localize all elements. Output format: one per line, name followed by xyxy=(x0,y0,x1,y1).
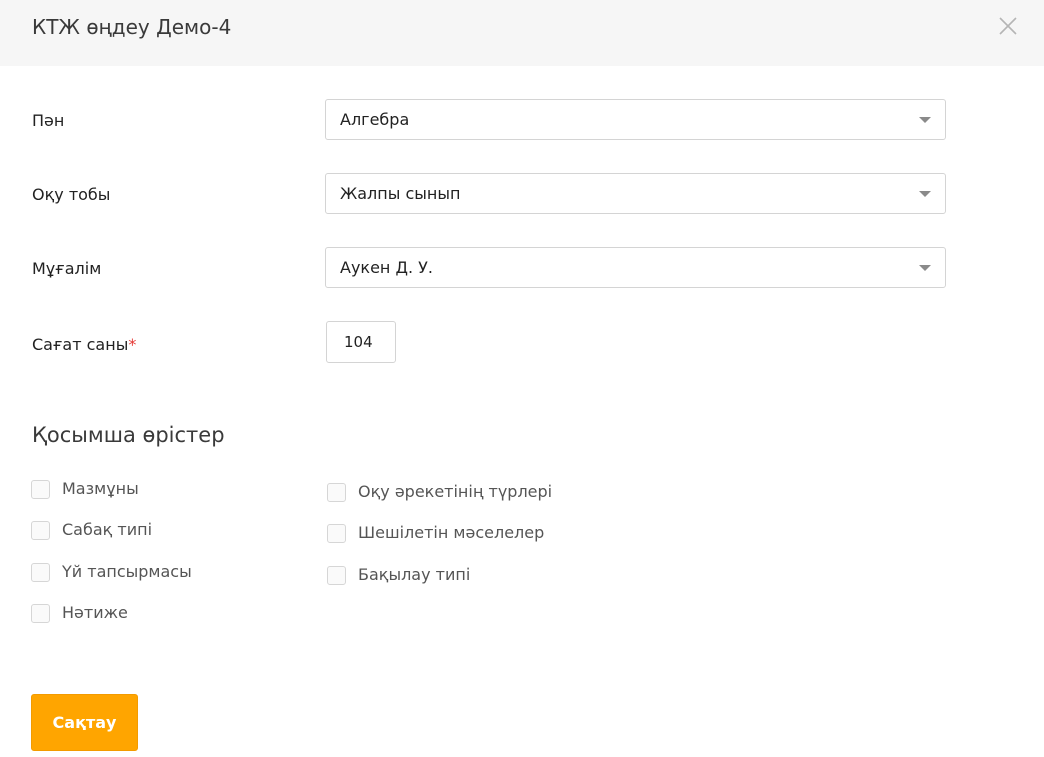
chevron-down-icon xyxy=(919,265,931,271)
extra-fields-title: Қосымша өрістер xyxy=(32,423,225,447)
checkbox-box[interactable] xyxy=(327,524,346,543)
group-select-value: Жалпы сынып xyxy=(340,184,461,203)
hours-label: Сағат саны* xyxy=(32,335,136,354)
dialog-title: КТЖ өңдеу Демо-4 xyxy=(32,15,232,39)
group-select[interactable]: Жалпы сынып xyxy=(325,173,946,214)
checkbox-box[interactable] xyxy=(31,480,50,499)
checkbox-label: Бақылау типі xyxy=(358,565,471,584)
group-label: Оқу тобы xyxy=(32,185,111,204)
hours-input[interactable] xyxy=(326,321,396,363)
dialog-header: КТЖ өңдеу Демо-4 xyxy=(0,0,1044,66)
chevron-down-icon xyxy=(919,191,931,197)
checkbox-label: Нәтиже xyxy=(62,603,128,622)
save-button[interactable]: Сақтау xyxy=(31,694,138,751)
checkbox-label: Шешілетін мәселелер xyxy=(358,523,545,542)
checkbox-box[interactable] xyxy=(31,521,50,540)
hours-label-text: Сағат саны xyxy=(32,335,129,354)
chevron-down-icon xyxy=(919,117,931,123)
checkbox-box[interactable] xyxy=(31,563,50,582)
subject-select-value: Алгебра xyxy=(340,110,410,129)
teacher-label: Мұғалім xyxy=(32,259,102,278)
checkbox-label: Үй тапсырмасы xyxy=(62,562,192,581)
checkbox-box[interactable] xyxy=(327,566,346,585)
checkbox-label: Оқу әрекетінің түрлері xyxy=(358,482,553,501)
close-button[interactable] xyxy=(990,10,1026,42)
close-icon xyxy=(999,17,1017,35)
checkbox-label: Мазмұны xyxy=(62,479,139,498)
checkbox-box[interactable] xyxy=(31,604,50,623)
teacher-select[interactable]: Аукен Д. У. xyxy=(325,247,946,288)
subject-label: Пән xyxy=(32,111,65,130)
teacher-select-value: Аукен Д. У. xyxy=(340,258,433,277)
required-mark: * xyxy=(128,335,137,354)
checkbox-label: Сабақ типі xyxy=(62,520,153,539)
subject-select[interactable]: Алгебра xyxy=(325,99,946,140)
checkbox-box[interactable] xyxy=(327,483,346,502)
